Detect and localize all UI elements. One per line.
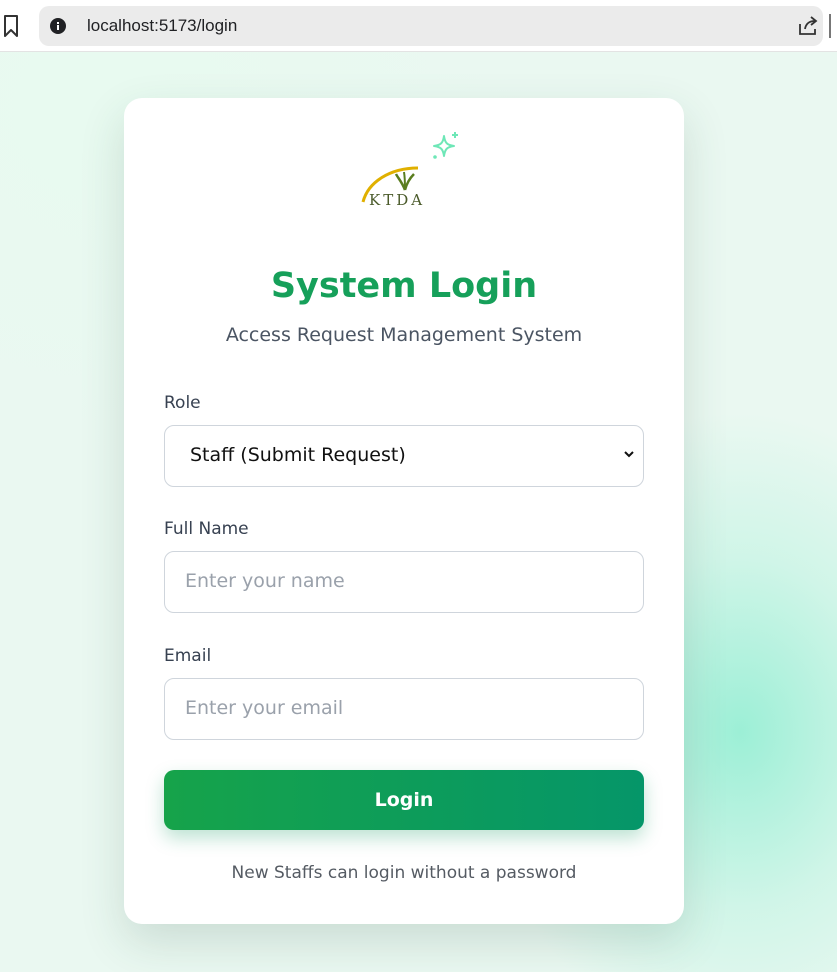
full-name-input[interactable] [165, 552, 625, 610]
share-icon[interactable] [797, 15, 819, 37]
page-title: System Login [270, 266, 538, 306]
full-name-field-box [164, 551, 644, 613]
email-input[interactable] [165, 679, 625, 737]
site-info-icon[interactable] [50, 18, 66, 34]
logo-text: KTDA [369, 191, 425, 209]
login-card: KTDA System Login Access Request Managem… [124, 98, 684, 924]
logo-area: KTDA [358, 130, 468, 210]
chevron-down-icon [624, 451, 634, 458]
address-bar[interactable]: localhost:5173/login [39, 6, 823, 46]
sparkle-icon [433, 132, 458, 159]
password-note: New Staffs can login without a password [231, 863, 577, 883]
full-name-label: Full Name [164, 519, 249, 539]
login-page: KTDA System Login Access Request Managem… [0, 52, 837, 972]
role-select-value: Staff (Submit Request) [190, 444, 406, 466]
role-label: Role [164, 393, 201, 413]
url-text[interactable]: localhost:5173/login [87, 16, 237, 36]
role-select[interactable]: Staff (Submit Request) [164, 425, 644, 487]
toolbar-divider [829, 14, 831, 38]
page-subtitle: Access Request Management System [225, 324, 583, 346]
email-label: Email [164, 646, 212, 666]
bookmark-icon[interactable] [2, 14, 20, 38]
browser-toolbar: localhost:5173/login [0, 0, 837, 52]
email-field-box [164, 678, 644, 740]
login-button[interactable]: Login [164, 770, 644, 830]
